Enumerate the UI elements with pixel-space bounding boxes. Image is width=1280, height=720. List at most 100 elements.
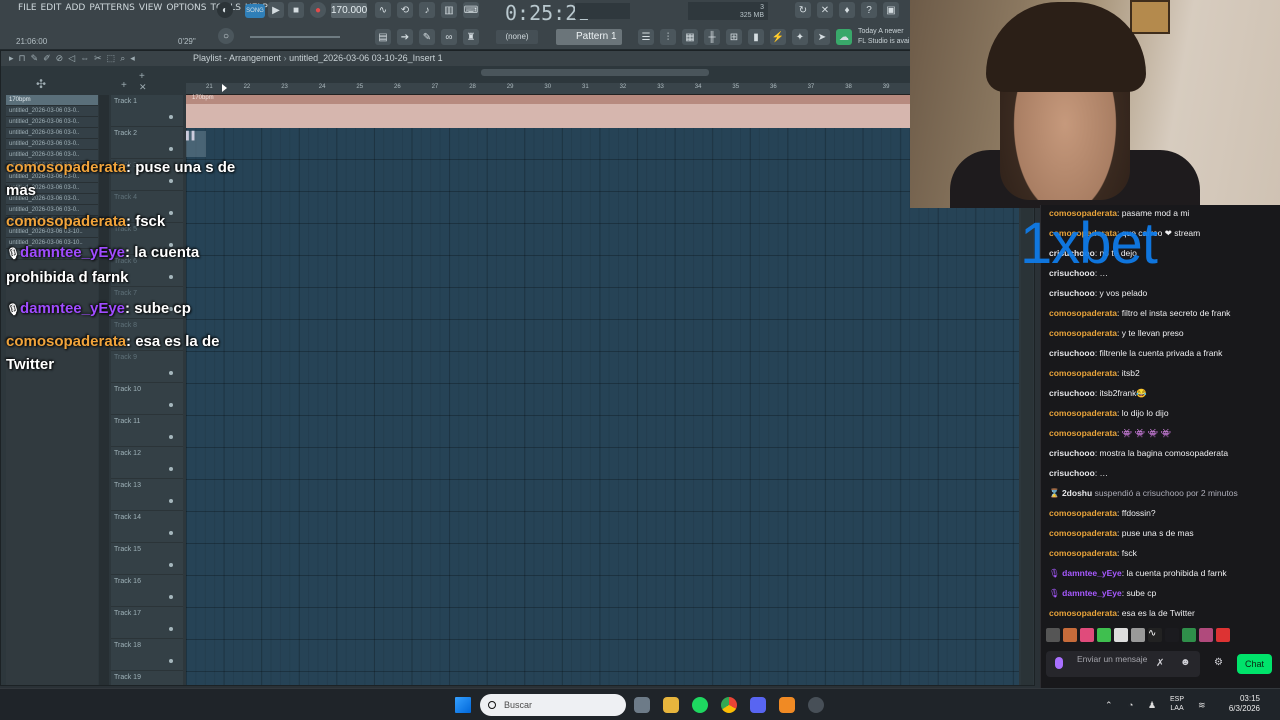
menu-item[interactable]: PATTERNS [89, 3, 135, 13]
pattern-selector[interactable]: Pattern 1 [556, 29, 622, 45]
picker-item[interactable]: untitled_2026-03-06 03-0.. [6, 117, 98, 128]
obs-icon[interactable] [808, 697, 824, 713]
chrome-icon[interactable] [721, 697, 737, 713]
taskbar-clock[interactable]: 03:15 6/3/2026 [1218, 694, 1260, 714]
chat-message[interactable]: comosopaderata: lo dijo lo dijo [1049, 407, 1169, 419]
settings-app-icon[interactable] [634, 697, 650, 713]
track-header[interactable]: Track 11 [111, 415, 183, 447]
chat-username[interactable]: 2doshu [1062, 488, 1092, 498]
help-icon[interactable]: ? [861, 2, 877, 18]
bird-icon[interactable]: ➤ [814, 29, 830, 45]
master-volume-knob[interactable]: ○ [218, 28, 234, 44]
close-x-icon[interactable]: ✕ [139, 82, 147, 93]
plugin-icon[interactable]: ▮ [748, 29, 764, 45]
keyboard-icon[interactable]: ▥ [441, 2, 457, 18]
picker-item[interactable]: untitled_2026-03-06 03-0.. [6, 128, 98, 139]
chat-message[interactable]: crisuchooo: mostra la bagina comosopader… [1049, 447, 1228, 459]
timeline-ruler[interactable]: 21 22 23 24 25 26 27 28 29 30 31 32 33 34 35 36 37 38 39 [186, 83, 911, 95]
commands-icon[interactable]: ✗ [1156, 658, 1164, 669]
track-led-icon[interactable] [169, 595, 173, 599]
step-icon[interactable]: ♪ [419, 2, 435, 18]
song-mode-badge[interactable]: SONG [245, 4, 265, 18]
menu-item[interactable]: EDIT [41, 3, 62, 13]
track-led-icon[interactable] [169, 627, 173, 631]
tools-icon[interactable]: ✕ [817, 2, 833, 18]
track-header[interactable]: Track 13 [111, 479, 183, 511]
wifi-icon[interactable]: ≋ [1198, 700, 1206, 711]
chat-message[interactable]: crisuchooo: filtrenle la cuenta privada … [1049, 347, 1222, 359]
chat-username[interactable]: crisuchooo [1049, 448, 1095, 458]
playlist-title-bar[interactable]: Playlist - Arrangement › untitled_2026-0… [1, 51, 1034, 66]
track-led-icon[interactable] [169, 467, 173, 471]
picker-item[interactable]: untitled_2026-03-06 03-0.. [6, 106, 98, 117]
chat-username[interactable]: comosopaderata [1049, 548, 1117, 558]
refresh-icon[interactable]: ↻ [795, 2, 811, 18]
link-icon[interactable]: ∞ [441, 29, 457, 45]
arrow-right-icon[interactable]: ▸ [9, 53, 14, 64]
file-explorer-icon[interactable] [663, 697, 679, 713]
arrangement-grid[interactable] [186, 95, 1019, 685]
track-led-icon[interactable] [169, 563, 173, 567]
horizontal-scrollbar[interactable] [481, 69, 709, 76]
metronome-icon[interactable]: ◐ [217, 2, 233, 18]
chat-username[interactable]: comosopaderata [1049, 328, 1117, 338]
stamp-icon[interactable]: ♜ [463, 29, 479, 45]
mute-tool-icon[interactable]: ◁ [68, 53, 75, 64]
paint-tool-icon[interactable]: ✐ [43, 53, 51, 64]
menu-item[interactable]: ADD [65, 3, 85, 13]
emote-icon[interactable] [1131, 628, 1145, 642]
emote-icon[interactable] [1199, 628, 1213, 642]
tempo-automation-clip[interactable]: 170bpm [186, 95, 911, 128]
speaker-tool-icon[interactable]: ◂ [130, 53, 135, 64]
spotify-icon[interactable] [692, 697, 708, 713]
delete-tool-icon[interactable]: ⊘ [56, 53, 64, 64]
tray-chevron-icon[interactable]: ⌃ [1105, 700, 1113, 711]
chat-username[interactable]: comosopaderata [1049, 508, 1117, 518]
mixer-icon[interactable]: ▤ [375, 29, 391, 45]
chat-message[interactable]: comosopaderata: filtro el insta secreto … [1049, 307, 1230, 319]
track-led-icon[interactable] [169, 403, 173, 407]
add-icon[interactable]: + [121, 80, 127, 91]
tray-mic-icon[interactable]: ♟ [1148, 700, 1156, 711]
mic-icon[interactable] [1055, 657, 1063, 669]
emote-icon[interactable] [1216, 628, 1230, 642]
arrow-icon[interactable]: ➔ [397, 29, 413, 45]
picker-item[interactable]: 170bpm [6, 95, 98, 106]
emote-icon[interactable] [1114, 628, 1128, 642]
chat-username[interactable]: comosopaderata [1049, 608, 1117, 618]
chat-username[interactable]: crisuchooo [1049, 348, 1095, 358]
chat-username[interactable]: damntee_yEye [1062, 568, 1122, 578]
play-icon[interactable]: ▶ [268, 2, 284, 18]
track-header[interactable]: Track 14 [111, 511, 183, 543]
track-header[interactable]: Track 12 [111, 447, 183, 479]
slip-tool-icon[interactable]: ⇔ [80, 53, 89, 64]
playlist-icon[interactable]: ☰ [638, 29, 654, 45]
track-header[interactable]: Track 1 [111, 95, 183, 127]
chat-message[interactable]: 🎙 damntee_yEye: la cuenta prohibida d fa… [1049, 567, 1227, 579]
chat-send-button[interactable]: Chat [1237, 654, 1272, 674]
mixer-faders-icon[interactable]: ╫ [704, 29, 720, 45]
tempo-display[interactable]: 170.000 [331, 3, 367, 18]
cloud-icon[interactable]: ☁ [836, 29, 852, 45]
menu-item[interactable]: FILE [18, 3, 37, 13]
track-led-icon[interactable] [169, 531, 173, 535]
track-header[interactable]: Track 16 [111, 575, 183, 607]
menu-item[interactable]: OPTIONS [166, 3, 206, 13]
mic-icon[interactable]: ♦ [839, 2, 855, 18]
track-header[interactable]: Track 10 [111, 383, 183, 415]
zoom-add-icon[interactable]: + [139, 71, 145, 82]
chat-message[interactable]: comosopaderata: itsb2 [1049, 367, 1140, 379]
typing-keyboard-icon[interactable]: ⌨ [463, 2, 479, 18]
loop-icon[interactable]: ⟲ [397, 2, 413, 18]
track-header[interactable]: Track 15 [111, 543, 183, 575]
chat-message[interactable]: crisuchooo: itsb2frank😂 [1049, 387, 1147, 399]
menu-item[interactable]: VIEW [139, 3, 162, 13]
audio-clip[interactable]: ▌▌ [186, 131, 206, 157]
magnet-icon[interactable]: ⊓ [19, 53, 26, 64]
track-led-icon[interactable] [169, 147, 173, 151]
chat-username[interactable]: crisuchooo [1049, 388, 1095, 398]
chat-username[interactable]: comosopaderata [1049, 308, 1117, 318]
chat-username[interactable]: comosopaderata [1049, 408, 1117, 418]
emoji-icon[interactable]: ☻ [1180, 657, 1191, 668]
chat-username[interactable]: damntee_yEye [1062, 588, 1122, 598]
